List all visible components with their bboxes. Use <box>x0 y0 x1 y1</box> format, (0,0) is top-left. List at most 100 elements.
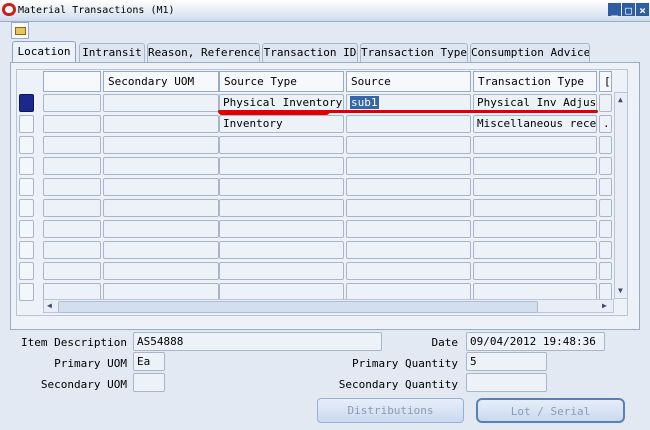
table-cell[interactable] <box>219 241 344 259</box>
table-cell[interactable] <box>103 157 219 175</box>
scroll-left-icon[interactable]: ◀ <box>47 301 52 310</box>
table-cell[interactable] <box>599 136 612 154</box>
secondary-quantity-field[interactable] <box>466 373 547 392</box>
table-cell[interactable] <box>346 136 471 154</box>
secondary-uom-label: Secondary UOM <box>40 378 127 391</box>
table-cell[interactable] <box>599 157 612 175</box>
table-cell[interactable] <box>599 262 612 280</box>
table-cell[interactable] <box>599 199 612 217</box>
table-cell-source-type[interactable]: Inventory <box>219 115 344 133</box>
tab-consumption-advice[interactable]: Consumption Advice <box>470 43 590 62</box>
table-cell-secondary-uom[interactable] <box>103 94 219 112</box>
tab-intransit[interactable]: Intransit <box>79 43 145 62</box>
table-cell[interactable] <box>346 241 471 259</box>
item-description-field[interactable]: AS54888 <box>133 332 382 351</box>
primary-uom-field[interactable]: Ea <box>133 352 165 371</box>
table-cell[interactable] <box>599 241 612 259</box>
scroll-down-icon[interactable]: ▼ <box>618 286 623 295</box>
row-selector[interactable] <box>19 283 34 301</box>
table-cell[interactable] <box>599 178 612 196</box>
horizontal-scroll-thumb[interactable] <box>58 301 538 313</box>
row-selector-current[interactable] <box>19 94 34 112</box>
table-cell[interactable] <box>346 157 471 175</box>
lot-serial-button[interactable]: Lot / Serial <box>476 398 625 423</box>
table-cell[interactable] <box>473 178 597 196</box>
table-cell[interactable] <box>103 136 219 154</box>
table-cell[interactable] <box>43 220 101 238</box>
table-cell[interactable] <box>599 220 612 238</box>
table-cell[interactable] <box>473 220 597 238</box>
table-cell[interactable] <box>43 241 101 259</box>
primary-quantity-label: Primary Quantity <box>352 357 458 370</box>
source-selected-text: sub1 <box>350 96 379 109</box>
scroll-right-icon[interactable]: ▶ <box>602 301 607 310</box>
tab-reason-reference[interactable]: Reason, Reference <box>147 43 260 62</box>
table-cell[interactable] <box>43 115 101 133</box>
title-bar: Material Transactions (M1) _ □ × <box>0 0 650 22</box>
secondary-quantity-label: Secondary Quantity <box>338 378 458 391</box>
table-cell[interactable] <box>43 199 101 217</box>
table-cell[interactable] <box>103 241 219 259</box>
row-selector[interactable] <box>19 241 34 259</box>
table-cell[interactable] <box>103 199 219 217</box>
table-cell[interactable] <box>346 199 471 217</box>
oracle-app-icon <box>2 3 16 16</box>
row-selector[interactable] <box>19 115 34 133</box>
date-label: Date <box>431 336 459 349</box>
column-header-transaction-type: Transaction Type <box>473 71 597 92</box>
table-cell[interactable] <box>219 157 344 175</box>
close-icon[interactable]: × <box>636 3 649 17</box>
tab-location[interactable]: Location <box>12 41 76 63</box>
table-cell-source[interactable] <box>346 115 471 133</box>
row-selector[interactable] <box>19 199 34 217</box>
table-cell[interactable] <box>346 178 471 196</box>
scroll-up-icon[interactable]: ▲ <box>618 95 623 104</box>
table-cell[interactable] <box>219 220 344 238</box>
folder-icon <box>15 27 26 35</box>
table-cell[interactable] <box>473 241 597 259</box>
item-description-label: Item Description <box>21 336 127 349</box>
annotation-underline-curve <box>218 111 330 115</box>
table-cell[interactable] <box>43 178 101 196</box>
table-cell-more[interactable]: . <box>599 115 612 133</box>
row-selector[interactable] <box>19 136 34 154</box>
window-title: Material Transactions (M1) <box>18 5 175 16</box>
table-cell[interactable] <box>43 136 101 154</box>
table-cell[interactable] <box>219 262 344 280</box>
open-folder-button[interactable] <box>11 22 29 39</box>
table-cell[interactable] <box>346 262 471 280</box>
table-cell[interactable] <box>473 199 597 217</box>
tab-transaction-type[interactable]: Transaction Type <box>360 43 468 62</box>
row-selector[interactable] <box>19 178 34 196</box>
table-cell[interactable] <box>103 178 219 196</box>
tab-transaction-id[interactable]: Transaction ID <box>262 43 358 62</box>
table-cell-transaction-type[interactable]: Miscellaneous receip <box>473 115 597 133</box>
table-cell[interactable] <box>43 157 101 175</box>
table-cell[interactable] <box>219 178 344 196</box>
date-field[interactable]: 09/04/2012 19:48:36 <box>466 332 605 351</box>
column-header-source-type: Source Type <box>219 71 344 92</box>
table-cell[interactable] <box>473 262 597 280</box>
vertical-scrollbar[interactable]: ▲ ▼ <box>614 92 628 299</box>
row-selector[interactable] <box>19 220 34 238</box>
table-cell[interactable] <box>103 262 219 280</box>
table-cell[interactable] <box>43 262 101 280</box>
table-cell[interactable] <box>219 136 344 154</box>
table-cell-secondary-uom[interactable] <box>103 115 219 133</box>
primary-quantity-field[interactable]: 5 <box>466 352 547 371</box>
table-cell-more[interactable] <box>599 94 612 112</box>
distributions-button[interactable]: Distributions <box>317 398 464 423</box>
column-header-secondary-uom: Secondary UOM <box>103 71 219 92</box>
table-cell[interactable] <box>219 199 344 217</box>
minimize-icon[interactable]: _ <box>608 3 621 17</box>
table-cell[interactable] <box>103 220 219 238</box>
table-cell[interactable] <box>473 157 597 175</box>
table-cell[interactable] <box>473 136 597 154</box>
maximize-icon[interactable]: □ <box>622 3 635 17</box>
row-selector[interactable] <box>19 157 34 175</box>
secondary-uom-field[interactable] <box>133 373 165 392</box>
horizontal-scrollbar[interactable]: ◀ ▶ <box>43 299 614 313</box>
table-cell[interactable] <box>346 220 471 238</box>
row-selector[interactable] <box>19 262 34 280</box>
table-cell[interactable] <box>43 94 101 112</box>
